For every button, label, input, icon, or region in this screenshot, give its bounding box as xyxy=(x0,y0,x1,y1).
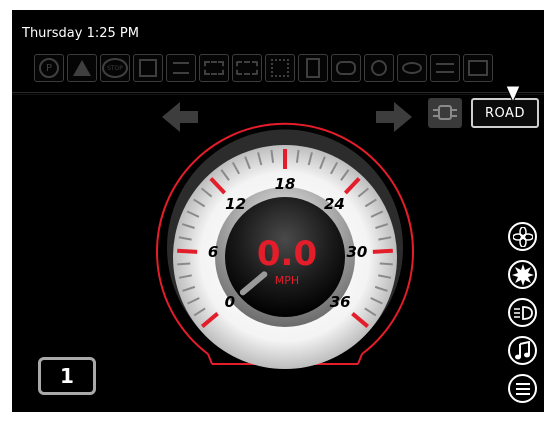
music-note-icon xyxy=(514,340,530,359)
gauge-major-tick xyxy=(372,248,393,254)
gauge-minor-tick xyxy=(379,262,393,266)
gauge-tick-label: 6 xyxy=(207,242,219,261)
gauge-major-tick xyxy=(177,248,198,254)
gauge-tick-label: 0 xyxy=(224,293,236,312)
menu-button[interactable] xyxy=(508,374,537,403)
headlight-icon xyxy=(513,305,533,320)
gauge-tick-label: 12 xyxy=(225,194,247,213)
brightness-button[interactable] xyxy=(508,260,537,289)
gauge-tick-label: 36 xyxy=(329,293,351,312)
headlight-button[interactable] xyxy=(508,298,537,327)
gear-indicator: 1 xyxy=(38,357,96,395)
fan-button[interactable] xyxy=(508,222,537,251)
gauge-tick-label: 18 xyxy=(274,175,296,193)
speed-readout: 0.0 xyxy=(256,234,318,274)
gauge-rim-right-end xyxy=(357,353,363,365)
music-button[interactable] xyxy=(508,336,537,365)
gauge-tick-label: 24 xyxy=(323,194,345,213)
annotation-arrow xyxy=(505,10,521,104)
speedometer-gauge xyxy=(156,122,414,369)
fan-icon xyxy=(512,226,533,247)
lights-brightness-icon xyxy=(511,263,534,286)
dashboard-screen: Thursday 1:25 PM P STOP ROAD 0 6 12 18 2… xyxy=(12,10,544,412)
gauge-minor-tick xyxy=(177,262,191,266)
speed-unit-label: MPH xyxy=(274,274,300,287)
gauge-rim-left-end xyxy=(207,353,213,365)
menu-icon xyxy=(515,382,530,395)
gauge-tick-label: 30 xyxy=(346,242,368,261)
